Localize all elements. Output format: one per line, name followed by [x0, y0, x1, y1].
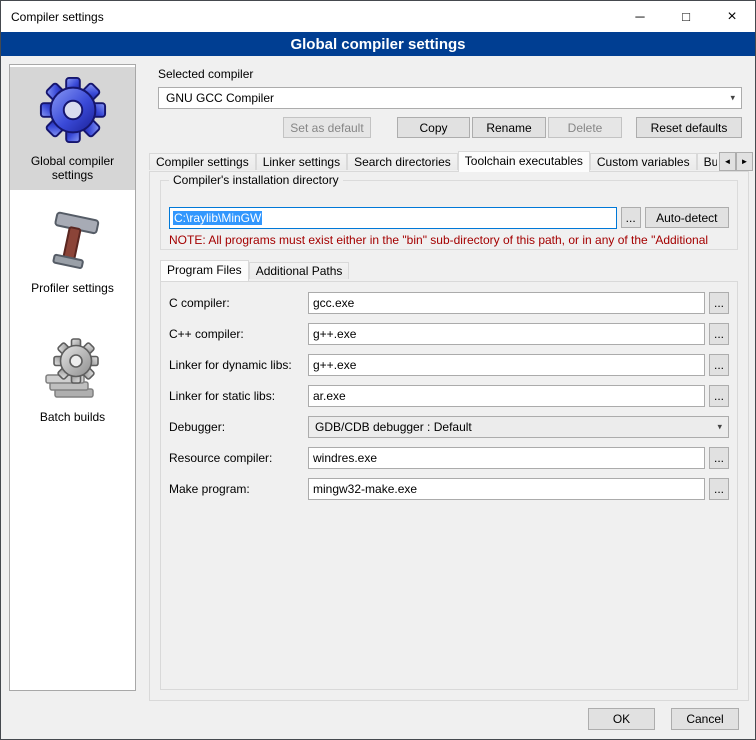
chevron-down-icon: ▾ [717, 422, 722, 433]
tab-search-directories[interactable]: Search directories [347, 153, 458, 170]
c-compiler-input[interactable] [308, 292, 705, 314]
make-program-browse-button[interactable]: ... [709, 478, 729, 500]
resource-compiler-label: Resource compiler: [169, 451, 308, 465]
debugger-row: Debugger: GDB/CDB debugger : Default ▾ [169, 416, 729, 438]
sidebar-item-label: Batch builds [40, 410, 105, 424]
install-dir-browse-button[interactable]: ... [621, 207, 641, 228]
compiler-select[interactable]: GNU GCC Compiler ▾ [158, 87, 742, 109]
cpp-compiler-label: C++ compiler: [169, 327, 308, 341]
titlebar: Compiler settings ─ □ × [1, 1, 755, 32]
cpp-compiler-input[interactable] [308, 323, 705, 345]
static-linker-input[interactable] [308, 385, 705, 407]
close-icon: × [727, 8, 736, 26]
installation-directory-row: C:\raylib\MinGW ... Auto-detect [169, 207, 729, 229]
cpp-compiler-browse-button[interactable]: ... [709, 323, 729, 345]
batch-builds-gear-stack-icon [43, 337, 103, 401]
cancel-button[interactable]: Cancel [671, 708, 739, 730]
category-sidebar: Global compiler settings Profiler settin… [9, 64, 136, 691]
selected-compiler-label: Selected compiler [158, 67, 253, 81]
install-dir-selected-text: C:\raylib\MinGW [173, 211, 262, 225]
compiler-settings-window: Compiler settings ─ □ × Global compiler … [0, 0, 756, 740]
reset-defaults-button[interactable]: Reset defaults [636, 117, 742, 138]
tab-compiler-settings[interactable]: Compiler settings [149, 153, 256, 170]
window-title: Compiler settings [1, 10, 104, 24]
static-linker-label: Linker for static libs: [169, 389, 308, 403]
dynamic-linker-input[interactable] [308, 354, 705, 376]
resource-compiler-row: Resource compiler: ... [169, 447, 729, 469]
subtab-program-files[interactable]: Program Files [160, 260, 249, 281]
profiler-tool-icon [44, 210, 102, 272]
subtab-additional-paths[interactable]: Additional Paths [249, 262, 350, 279]
c-compiler-label: C compiler: [169, 296, 308, 310]
sidebar-item-batch-builds[interactable]: Batch builds [10, 329, 135, 432]
install-dir-note: NOTE: All programs must exist either in … [169, 233, 756, 247]
sidebar-item-profiler-settings[interactable]: Profiler settings [10, 202, 135, 303]
make-program-row: Make program: ... [169, 478, 729, 500]
sidebar-item-label: Global compiler settings [12, 154, 133, 182]
resource-compiler-browse-button[interactable]: ... [709, 447, 729, 469]
debugger-select-value: GDB/CDB debugger : Default [315, 420, 472, 434]
chevron-down-icon: ▾ [730, 93, 735, 104]
set-as-default-button[interactable]: Set as default [283, 117, 371, 138]
executables-subtabs: Program Files Additional Paths [160, 259, 349, 281]
static-linker-row: Linker for static libs: ... [169, 385, 729, 407]
sidebar-item-global-compiler-settings[interactable]: Global compiler settings [10, 67, 135, 190]
maximize-icon: □ [682, 9, 690, 24]
minimize-icon: ─ [635, 9, 644, 24]
dynamic-linker-label: Linker for dynamic libs: [169, 358, 308, 372]
tab-scroll-left-button[interactable]: ◄ [719, 152, 736, 171]
gear-icon [38, 75, 108, 145]
dynamic-linker-browse-button[interactable]: ... [709, 354, 729, 376]
static-linker-browse-button[interactable]: ... [709, 385, 729, 407]
install-dir-input[interactable]: C:\raylib\MinGW [169, 207, 617, 229]
scroll-left-icon: ◄ [724, 157, 732, 166]
window-controls: ─ □ × [617, 1, 755, 32]
close-button[interactable]: × [709, 1, 755, 32]
dynamic-linker-row: Linker for dynamic libs: ... [169, 354, 729, 376]
installation-directory-group: Compiler's installation directory C:\ray… [160, 180, 738, 250]
tab-toolchain-executables[interactable]: Toolchain executables [458, 151, 590, 172]
c-compiler-row: C compiler: ... [169, 292, 729, 314]
tab-scroll-right-button[interactable]: ► [736, 152, 753, 171]
resource-compiler-input[interactable] [308, 447, 705, 469]
maximize-button[interactable]: □ [663, 1, 709, 32]
make-program-input[interactable] [308, 478, 705, 500]
scroll-right-icon: ► [741, 157, 749, 166]
c-compiler-browse-button[interactable]: ... [709, 292, 729, 314]
minimize-button[interactable]: ─ [617, 1, 663, 32]
debugger-select[interactable]: GDB/CDB debugger : Default ▾ [308, 416, 729, 438]
cpp-compiler-row: C++ compiler: ... [169, 323, 729, 345]
compiler-actions: Set as default Copy Rename Delete Reset … [158, 117, 742, 138]
tab-build-options[interactable]: Buil [697, 153, 717, 170]
debugger-label: Debugger: [169, 420, 308, 434]
installation-directory-group-title: Compiler's installation directory [169, 173, 343, 187]
program-files-panel: C compiler: ... C++ compiler: ... Linker… [160, 281, 738, 690]
make-program-label: Make program: [169, 482, 308, 496]
rename-button[interactable]: Rename [472, 117, 546, 138]
ok-button[interactable]: OK [588, 708, 655, 730]
auto-detect-button[interactable]: Auto-detect [645, 207, 729, 228]
tab-linker-settings[interactable]: Linker settings [256, 153, 347, 170]
sidebar-item-label: Profiler settings [31, 281, 114, 295]
tab-custom-variables[interactable]: Custom variables [590, 153, 697, 170]
copy-button[interactable]: Copy [397, 117, 470, 138]
delete-button[interactable]: Delete [548, 117, 622, 138]
banner-title: Global compiler settings [1, 32, 755, 56]
tab-scrollers: ◄ ► [719, 152, 753, 171]
toolchain-executables-panel: Compiler's installation directory C:\ray… [149, 171, 749, 701]
compiler-select-value: GNU GCC Compiler [166, 91, 274, 105]
settings-tabstrip: Compiler settings Linker settings Search… [149, 151, 717, 172]
